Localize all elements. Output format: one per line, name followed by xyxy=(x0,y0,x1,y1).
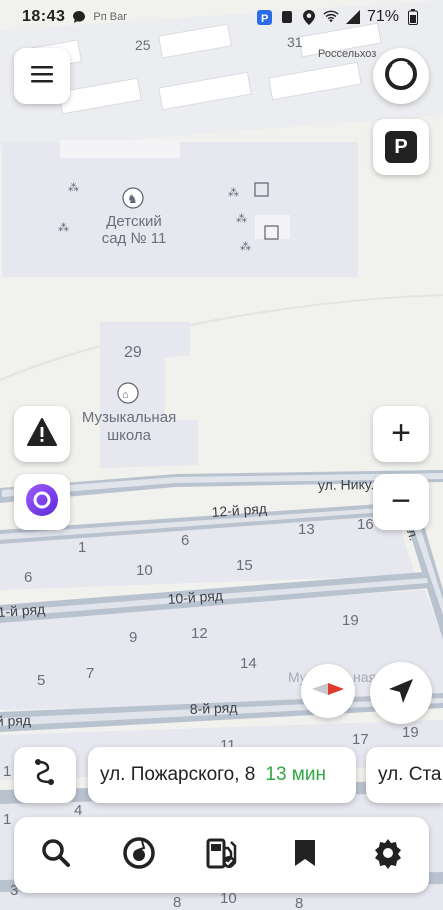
house-number: 6 xyxy=(24,569,32,586)
street-label-row11: 1-й ряд xyxy=(0,601,46,620)
house-number: 10 xyxy=(136,562,153,579)
nav-fuel-button[interactable] xyxy=(192,825,252,885)
route-eta: 13 мин xyxy=(265,764,326,785)
house-number: 16 xyxy=(357,516,374,533)
house-number: 19 xyxy=(342,612,359,629)
house-number: 1 xyxy=(78,539,86,556)
house-number: 5 xyxy=(37,672,45,689)
my-location-button[interactable] xyxy=(370,662,432,724)
warning-icon xyxy=(27,417,57,451)
alice-assistant-button[interactable] xyxy=(14,474,70,530)
svg-text:⁂: ⁂ xyxy=(240,240,251,253)
navigation-arrow-icon xyxy=(388,678,414,709)
bottom-navigation xyxy=(14,817,429,893)
school-label-2: школа xyxy=(107,427,152,444)
battery-percent: 71% xyxy=(366,8,399,25)
house-number: 25 xyxy=(135,37,151,53)
kindergarten-block xyxy=(2,142,358,277)
svg-text:⁂: ⁂ xyxy=(228,186,239,199)
house-number: 15 xyxy=(236,557,253,574)
avatar-ring-icon xyxy=(384,57,418,96)
gear-icon xyxy=(372,837,404,874)
parking-button[interactable]: P xyxy=(373,119,429,175)
signal-icon xyxy=(345,9,361,25)
route-destination-2: ул. Ста xyxy=(378,764,442,785)
house-number: 29 xyxy=(124,344,142,361)
house-number: 14 xyxy=(240,655,257,672)
house-number: 19 xyxy=(402,724,419,741)
compass-icon xyxy=(311,682,345,701)
hamburger-icon xyxy=(31,65,53,88)
route-suggestion-card-2[interactable]: ул. Ста xyxy=(366,747,443,803)
route-icon xyxy=(33,758,57,792)
svg-text:⁂: ⁂ xyxy=(58,221,69,234)
nav-music-button[interactable] xyxy=(109,825,169,885)
street-label-row8: 8-й ряд xyxy=(190,699,238,717)
nav-search-button[interactable] xyxy=(26,825,86,885)
parking-status-icon: P xyxy=(257,9,273,25)
svg-text:♞: ♞ xyxy=(127,192,138,206)
compass-button[interactable] xyxy=(301,664,355,718)
zoom-in-label: + xyxy=(391,413,411,452)
bookmark-icon xyxy=(293,838,317,873)
status-bar: 18:43 Рп Ваг P 71% xyxy=(0,0,443,34)
zoom-in-button[interactable]: + xyxy=(373,406,429,462)
house-number: 17 xyxy=(352,731,369,748)
nav-bookmarks-button[interactable] xyxy=(275,825,335,885)
location-icon xyxy=(301,9,317,25)
route-suggestion-card[interactable]: ул. Пожарского, 8 13 мин xyxy=(88,747,356,803)
house-number: 13 xyxy=(298,521,315,538)
zoom-out-button[interactable]: − xyxy=(373,474,429,530)
alice-icon xyxy=(25,483,59,522)
status-time: 18:43 xyxy=(22,8,66,25)
school-label-1: Музыкальная xyxy=(82,409,176,426)
svg-text:P: P xyxy=(261,13,268,25)
route-destination: ул. Пожарского, 8 xyxy=(100,764,256,785)
kindergarten-label-2: сад № 11 xyxy=(102,230,167,247)
kindergarten-label-1: Детский xyxy=(106,213,162,230)
house-number: 12 xyxy=(191,625,208,642)
svg-text:⁂: ⁂ xyxy=(236,212,247,225)
zoom-out-label: − xyxy=(391,481,411,520)
parking-label: P xyxy=(385,131,417,163)
fuel-icon xyxy=(205,836,239,875)
status-overlay-right: Россельхоз xyxy=(318,48,377,60)
house-number: 1 xyxy=(3,763,11,780)
house-number: 9 xyxy=(129,629,137,646)
chat-icon xyxy=(71,9,87,25)
house-number: 8 xyxy=(173,894,181,910)
menu-button[interactable] xyxy=(14,48,70,104)
profile-button[interactable] xyxy=(373,48,429,104)
house-number: 1 xyxy=(3,811,11,828)
house-number: 8 xyxy=(295,895,303,910)
house-number: 31 xyxy=(287,34,303,50)
status-overlay-top: Рп Ваг xyxy=(93,11,128,23)
route-options-button[interactable] xyxy=(14,747,76,803)
music-icon xyxy=(122,836,156,875)
wifi-icon xyxy=(323,9,339,25)
svg-text:⁂: ⁂ xyxy=(68,181,79,194)
search-icon xyxy=(41,838,71,873)
house-number: 7 xyxy=(86,665,94,682)
battery-icon xyxy=(405,9,421,25)
street-label-row9: й ряд xyxy=(0,712,31,729)
vpn-icon xyxy=(279,9,295,25)
svg-text:⌂: ⌂ xyxy=(122,389,129,401)
house-number: 6 xyxy=(181,532,189,549)
road-events-button[interactable] xyxy=(14,406,70,462)
nav-settings-button[interactable] xyxy=(358,825,418,885)
